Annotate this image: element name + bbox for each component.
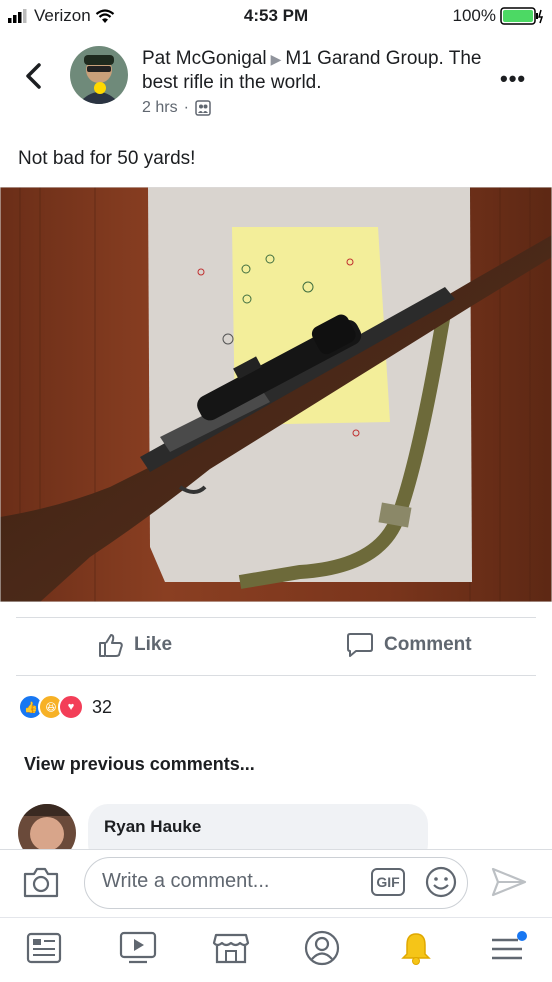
author-avatar[interactable]: [70, 46, 128, 104]
tab-profile[interactable]: [300, 927, 344, 969]
group-privacy-icon: [195, 100, 211, 116]
divider: [16, 675, 536, 676]
send-icon[interactable]: [490, 866, 528, 898]
more-options-icon[interactable]: •••: [500, 66, 526, 92]
arrow-right-icon: ▶: [270, 51, 282, 67]
emoji-icon[interactable]: [424, 865, 458, 899]
status-bar: Verizon 4:53 PM 100%: [0, 0, 552, 34]
like-label: Like: [134, 634, 173, 655]
comment-author[interactable]: Ryan Hauke: [104, 817, 201, 837]
reaction-count: 32: [92, 696, 113, 717]
bell-icon: [401, 933, 431, 965]
battery-percent: 100%: [452, 6, 496, 25]
comment-bubble-icon: [347, 633, 373, 657]
tab-notifications[interactable]: [394, 927, 438, 969]
menu-hamburger-icon: [492, 931, 527, 960]
comment-label: Comment: [384, 634, 472, 655]
comment-button[interactable]: Comment: [346, 632, 472, 658]
post-timestamp[interactable]: 2 hrs: [142, 99, 178, 117]
tab-marketplace[interactable]: [209, 927, 253, 969]
battery-icon: [500, 7, 544, 25]
love-reaction-icon: ♥: [58, 694, 84, 720]
bottom-tab-bar: [0, 917, 552, 982]
marketplace-icon: [212, 933, 250, 964]
comment-input-placeholder: Write a comment...: [102, 870, 270, 892]
camera-icon[interactable]: [22, 865, 60, 899]
profile-icon: [304, 930, 340, 966]
battery-indicator: 100%: [453, 6, 544, 26]
post-text: Not bad for 50 yards!: [18, 148, 196, 169]
gif-button[interactable]: GIF: [371, 868, 405, 896]
meta-separator: ·: [183, 99, 189, 116]
reactions-summary[interactable]: 👍 😆 ♥ 32: [18, 694, 112, 720]
tab-news-feed[interactable]: [22, 927, 66, 969]
view-previous-comments-link[interactable]: View previous comments...: [24, 754, 255, 775]
thumbs-up-icon: [99, 634, 123, 657]
avatar-photo: [70, 46, 128, 104]
post-header-title: Pat McGonigal ▶ M1 Garand Group. The best …: [142, 47, 492, 95]
watch-video-icon: [119, 931, 157, 964]
divider: [16, 617, 536, 618]
post-photo[interactable]: [0, 187, 552, 602]
news-feed-icon: [26, 932, 62, 964]
like-button[interactable]: Like: [98, 632, 172, 658]
tab-watch[interactable]: [116, 927, 160, 969]
author-name-link[interactable]: Pat McGonigal: [142, 48, 267, 69]
post-meta: 2 hrs ·: [142, 99, 211, 117]
back-arrow-icon[interactable]: [20, 60, 48, 92]
notification-dot: [517, 931, 527, 941]
tab-menu[interactable]: [486, 927, 530, 969]
